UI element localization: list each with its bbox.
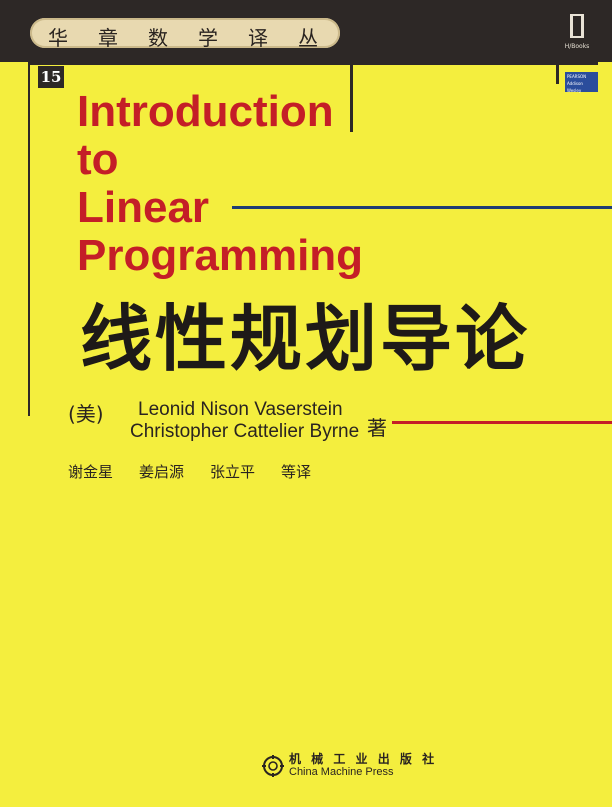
- author-name: Leonid Nison Vaserstein: [138, 399, 343, 420]
- logo-caption: H/Books: [564, 43, 590, 50]
- pearson-line: PEARSON: [567, 74, 587, 79]
- decor-horizontal-line-top: [28, 62, 598, 65]
- publisher-block: 机 械 工 业 出 版 社 China Machine Press: [262, 752, 437, 779]
- gear-logo-icon: [262, 754, 284, 777]
- series-name: 华 章 数 学 译 丛: [34, 22, 334, 51]
- decor-red-rule: [392, 421, 612, 424]
- pearson-logo: PEARSON Addison Wesley: [565, 72, 598, 93]
- translator-name: 谢金星: [68, 463, 114, 481]
- translator-suffix: 等译: [281, 463, 312, 481]
- book-cover: 华 章 数 学 译 丛 H/Books 15 PEARSON Addison W…: [0, 0, 612, 807]
- translator-name: 张立平: [210, 463, 256, 481]
- publisher-book-icon: H/Books: [562, 12, 592, 54]
- pearson-line: Wesley: [567, 88, 582, 93]
- volume-number-badge: 15: [38, 66, 64, 88]
- pearson-line: Addison: [567, 81, 583, 86]
- english-title: Introduction to Linear Programming: [77, 88, 363, 280]
- series-char: 丛: [298, 26, 320, 50]
- author-suffix: 著: [367, 416, 387, 440]
- chinese-title: 线性规划导论: [80, 297, 531, 381]
- series-char: 译: [248, 26, 270, 50]
- author-nationality: (美): [68, 402, 104, 426]
- decor-vertical-line-right: [556, 16, 559, 84]
- translator-name: 姜启源: [139, 463, 185, 481]
- publisher-text: 机 械 工 业 出 版 社 China Machine Press: [289, 752, 437, 779]
- publisher-name-en: China Machine Press: [289, 766, 394, 778]
- decor-vertical-line-left: [28, 16, 30, 416]
- series-char: 章: [98, 26, 120, 50]
- series-char: 学: [198, 26, 220, 50]
- authors-block: Leonid Nison Vaserstein Christopher Catt…: [130, 399, 359, 443]
- title-line: Programming: [77, 231, 364, 280]
- series-char: 数: [148, 26, 170, 50]
- title-line: Introduction: [77, 87, 334, 136]
- series-char: 华: [48, 26, 70, 50]
- title-line: to: [77, 135, 119, 184]
- decor-blue-rule: [232, 206, 612, 209]
- publisher-name-cn: 机 械 工 业 出 版 社: [289, 752, 438, 766]
- translators-line: 谢金星 姜启源 张立平 等译: [68, 461, 311, 482]
- author-name: Christopher Cattelier Byrne: [130, 421, 360, 442]
- logo-bar: [573, 16, 581, 36]
